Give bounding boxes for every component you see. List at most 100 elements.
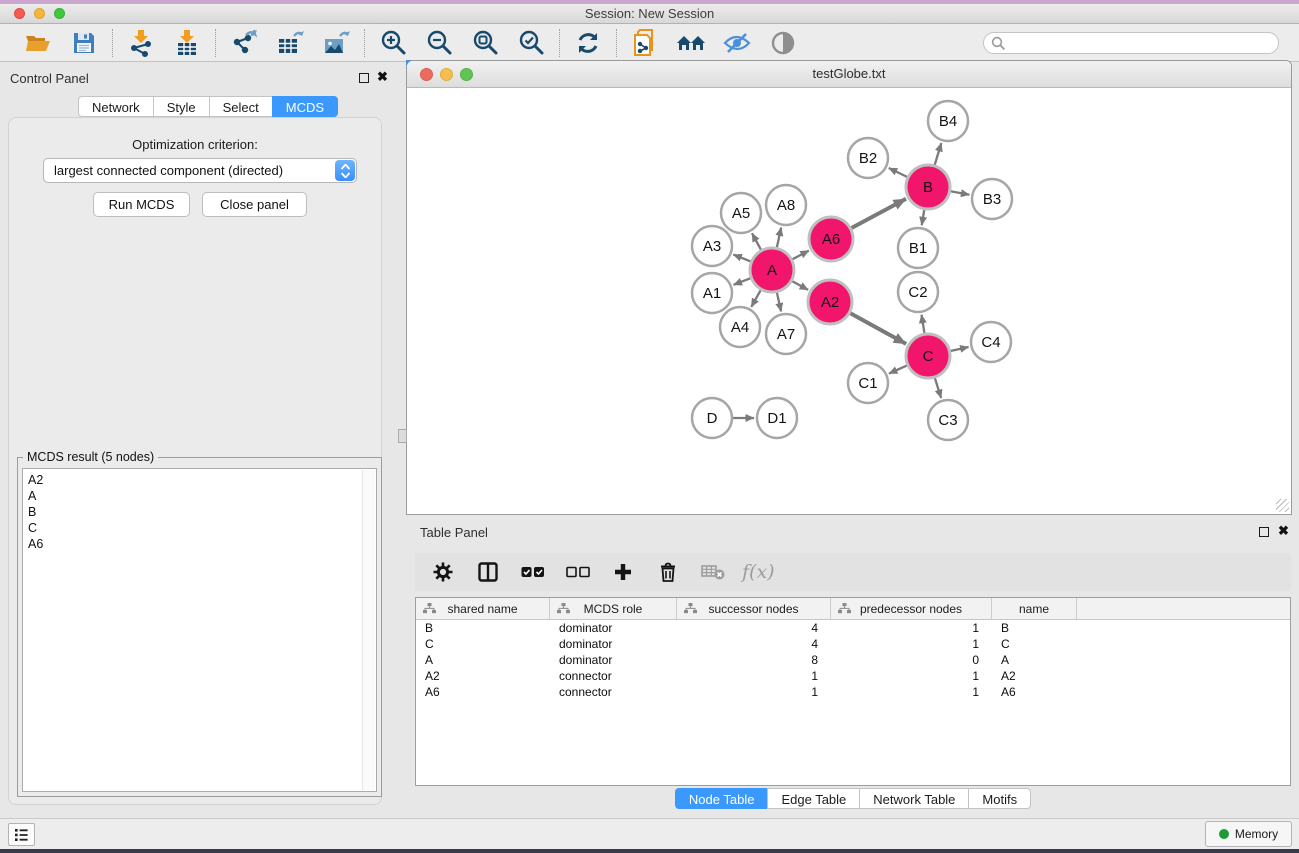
mcds-result-item[interactable]: A [23,488,376,504]
graph-edge-C-C1[interactable] [889,365,907,373]
graph-node-A4[interactable]: A4 [720,307,760,347]
columns-button[interactable] [472,557,504,587]
select-all-button[interactable] [517,557,549,587]
graph-node-C2[interactable]: C2 [898,272,938,312]
deselect-all-button[interactable] [562,557,594,587]
mcds-result-item[interactable]: A6 [23,536,376,552]
graph-node-B1[interactable]: B1 [898,228,938,268]
graph-node-A5[interactable]: A5 [721,193,761,233]
graph-node-A3[interactable]: A3 [692,226,732,266]
new-network-from-selection-button[interactable] [627,27,663,59]
table-cell-mcds-role[interactable]: dominator [550,636,677,652]
search-field[interactable] [983,32,1279,54]
run-mcds-button[interactable]: Run MCDS [93,192,190,217]
graph-node-C3[interactable]: C3 [928,400,968,440]
memory-button[interactable]: Memory [1205,821,1292,847]
import-table-button[interactable] [169,27,205,59]
table-cell-name[interactable]: C [992,636,1077,652]
graph-node-A1[interactable]: A1 [692,273,732,313]
graph-edge-C-C4[interactable] [950,347,968,351]
table-row[interactable]: A2connector11A2 [416,668,1290,684]
graph-edge-A-A1[interactable] [733,278,750,285]
table-cell-shared-name[interactable]: A2 [416,668,550,684]
zoom-in-button[interactable] [375,27,411,59]
graph-node-A7[interactable]: A7 [766,314,806,354]
graph-edge-C-C2[interactable] [922,315,925,334]
graph-node-C4[interactable]: C4 [971,322,1011,362]
table-cell-mcds-role[interactable]: connector [550,684,677,700]
table-cell-predecessor-nodes[interactable]: 0 [831,652,992,668]
criterion-select[interactable]: largest connected component (directed) [43,158,357,183]
table-cell-name[interactable]: A [992,652,1077,668]
graph-edge-A-A7[interactable] [777,292,781,311]
zoom-out-button[interactable] [421,27,457,59]
column-header-shared-name[interactable]: shared name [416,598,550,619]
table-cell-successor-nodes[interactable]: 1 [677,668,831,684]
table-row[interactable]: A6connector11A6 [416,684,1290,700]
refresh-button[interactable] [570,27,606,59]
tab-motifs[interactable]: Motifs [968,788,1031,809]
table-row[interactable]: Adominator80A [416,652,1290,668]
mcds-result-item[interactable]: A2 [23,469,376,488]
network-canvas[interactable]: B4B2BB3A8A5A6A3B1AA1C2A2A4A7C4CC1DD1C3 [408,89,1290,514]
gear-button[interactable] [427,557,459,587]
table-cell-successor-nodes[interactable]: 4 [677,620,831,636]
tab-style[interactable]: Style [153,96,209,117]
open-session-button[interactable] [20,27,56,59]
export-image-button[interactable] [318,27,354,59]
table-cell-successor-nodes[interactable]: 8 [677,652,831,668]
show-all-button[interactable] [765,27,801,59]
table-cell-predecessor-nodes[interactable]: 1 [831,668,992,684]
tab-mcds[interactable]: MCDS [272,96,338,117]
graph-edge-A-A5[interactable] [752,233,761,250]
graph-node-A8[interactable]: A8 [766,185,806,225]
table-cell-mcds-role[interactable]: dominator [550,620,677,636]
graph-edge-B-B1[interactable] [922,210,925,226]
table-cell-predecessor-nodes[interactable]: 1 [831,636,992,652]
graph-node-A[interactable]: A [750,248,794,292]
graph-edge-C-C3[interactable] [935,378,941,398]
table-cell-predecessor-nodes[interactable]: 1 [831,684,992,700]
mcds-result-item[interactable]: C [23,520,376,536]
table-cell-successor-nodes[interactable]: 1 [677,684,831,700]
graph-edge-B-B4[interactable] [935,143,942,165]
task-history-button[interactable] [8,823,35,846]
graph-edge-A-A4[interactable] [751,290,760,307]
tab-node-table[interactable]: Node Table [675,788,768,809]
resize-grip-icon[interactable] [1276,499,1289,512]
control-panel-float-button[interactable] [359,73,369,83]
hide-selected-button[interactable] [719,27,755,59]
table-row[interactable]: Bdominator41B [416,620,1290,636]
graph-node-A6[interactable]: A6 [809,217,853,261]
tab-edge-table[interactable]: Edge Table [767,788,859,809]
table-cell-name[interactable]: A6 [992,684,1077,700]
mcds-result-item[interactable]: B [23,504,376,520]
graph-node-C1[interactable]: C1 [848,363,888,403]
graph-node-D[interactable]: D [692,398,732,438]
graph-edge-A2-C[interactable] [850,313,906,344]
graph-node-D1[interactable]: D1 [757,398,797,438]
graph-node-B4[interactable]: B4 [928,101,968,141]
graph-node-B2[interactable]: B2 [848,138,888,178]
mcds-list-scrollbar[interactable] [362,470,375,790]
control-panel-close-icon[interactable]: ✖ [377,72,388,82]
table-cell-mcds-role[interactable]: dominator [550,652,677,668]
graph-node-B[interactable]: B [906,165,950,209]
close-panel-button[interactable]: Close panel [202,192,307,217]
graph-node-B3[interactable]: B3 [972,179,1012,219]
table-cell-name[interactable]: B [992,620,1077,636]
graph-edge-A-A2[interactable] [792,281,808,290]
table-cell-shared-name[interactable]: C [416,636,550,652]
mcds-result-list[interactable]: A2ABCA6 [22,468,377,792]
table-cell-shared-name[interactable]: A [416,652,550,668]
graph-edge-A-A6[interactable] [792,251,809,260]
function-builder-icon[interactable]: f(x) [742,561,775,583]
panel-splitter-handle[interactable] [398,429,407,443]
graph-edge-B-B2[interactable] [889,168,908,177]
graph-edge-A-A3[interactable] [733,255,750,262]
tab-network-table[interactable]: Network Table [859,788,968,809]
tab-select[interactable]: Select [209,96,272,117]
delete-table-button[interactable] [697,557,729,587]
export-table-button[interactable] [272,27,308,59]
column-header-name[interactable]: name [992,598,1077,619]
